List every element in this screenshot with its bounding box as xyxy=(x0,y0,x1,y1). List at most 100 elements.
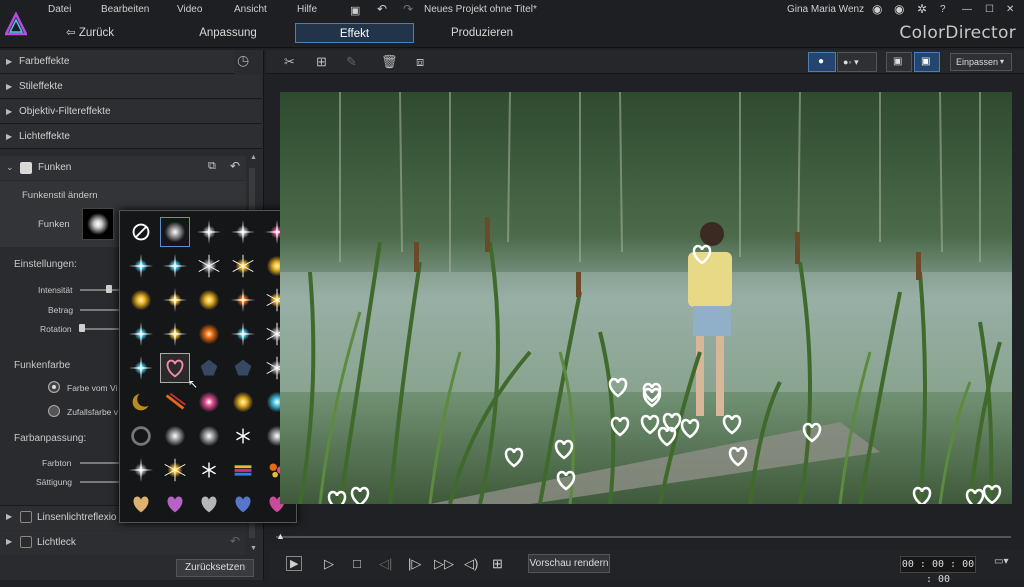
redo-icon[interactable]: ↷ xyxy=(403,2,413,16)
notification-icon[interactable]: ◉ xyxy=(894,2,904,16)
timeline-scrubber[interactable]: ▲ xyxy=(270,530,1024,544)
spark-style-option[interactable] xyxy=(126,387,156,417)
spark-style-option[interactable] xyxy=(160,455,190,485)
spark-style-option[interactable] xyxy=(228,455,258,485)
spark-style-option[interactable] xyxy=(126,251,156,281)
collapse-arrow-icon[interactable]: ⌄ xyxy=(6,162,14,173)
history-icon[interactable]: ◷ xyxy=(237,52,259,72)
menu-datei[interactable]: Datei xyxy=(48,4,71,15)
spark-style-option[interactable] xyxy=(228,285,258,315)
spark-style-option[interactable] xyxy=(194,285,224,315)
menu-bearbeiten[interactable]: Bearbeiten xyxy=(101,4,149,15)
funken-checkbox[interactable] xyxy=(20,162,32,174)
play-icon[interactable]: ▷ xyxy=(324,556,334,572)
radio-farbe-vom-video[interactable] xyxy=(48,381,60,393)
spark-style-option[interactable] xyxy=(194,489,224,519)
minimize-icon[interactable]: — xyxy=(962,4,972,15)
spark-style-option[interactable] xyxy=(160,353,190,383)
spark-style-option[interactable] xyxy=(160,217,190,247)
spark-style-option[interactable] xyxy=(160,285,190,315)
spark-style-option[interactable] xyxy=(228,217,258,247)
spark-style-option[interactable] xyxy=(228,353,258,383)
category-lichteffekte[interactable]: ▶ Lichteffekte xyxy=(0,125,262,149)
spark-style-option[interactable] xyxy=(228,421,258,451)
help-icon[interactable]: ? xyxy=(940,4,946,15)
compare-view-button[interactable]: ●◦ ▾ xyxy=(837,52,877,72)
pen-icon[interactable]: ✎ xyxy=(346,54,357,70)
tab-anpassung[interactable]: Anpassung xyxy=(182,23,274,43)
spark-style-option[interactable] xyxy=(228,251,258,281)
fast-forward-icon[interactable]: ▷▷ xyxy=(434,556,454,572)
zoom-select[interactable]: Einpassen ▾ xyxy=(950,53,1012,71)
spark-style-option[interactable] xyxy=(126,455,156,485)
close-icon[interactable]: ✕ xyxy=(1006,4,1014,15)
playhead-icon[interactable]: ▲ xyxy=(276,531,285,541)
grid-icon[interactable]: ⊞ xyxy=(492,556,503,572)
tab-produzieren[interactable]: Produzieren xyxy=(436,23,528,43)
no-spark-option[interactable] xyxy=(126,217,156,247)
spark-style-option[interactable] xyxy=(160,387,190,417)
undo-icon[interactable]: ↶ xyxy=(377,2,387,16)
previous-frame-icon[interactable]: ◁| xyxy=(379,556,392,572)
spark-style-option[interactable] xyxy=(160,421,190,451)
undo-effect-icon[interactable]: ↶ xyxy=(230,159,240,173)
scroll-up-icon[interactable]: ▲ xyxy=(250,154,257,161)
aspect-ratio-icon[interactable]: ▭▾ xyxy=(994,556,1008,567)
spark-style-option[interactable] xyxy=(194,455,224,485)
spark-style-option[interactable] xyxy=(126,421,156,451)
betrag-slider[interactable] xyxy=(80,309,120,311)
rotation-slider[interactable] xyxy=(80,328,120,330)
intensitaet-thumb[interactable] xyxy=(106,285,112,293)
preview-mode-icon[interactable]: ▶ xyxy=(286,556,303,571)
gear-icon[interactable]: ✲ xyxy=(917,2,927,16)
category-stileffekte[interactable]: ▶ Stileffekte xyxy=(0,75,262,99)
stop-icon[interactable]: □ xyxy=(353,556,361,571)
saettigung-slider[interactable] xyxy=(80,481,120,483)
spark-style-option[interactable] xyxy=(126,319,156,349)
next-frame-icon[interactable]: |▷ xyxy=(408,556,421,572)
effect-row-lichtleck[interactable]: ▶ Lichtleck ↶ xyxy=(0,531,246,555)
photo-view-button[interactable]: ▣ xyxy=(886,52,912,72)
spark-style-option[interactable] xyxy=(228,319,258,349)
spark-style-option[interactable] xyxy=(160,319,190,349)
spark-style-option[interactable] xyxy=(194,319,224,349)
crop-icon[interactable]: ⧈ xyxy=(416,54,424,70)
reset-button[interactable]: Zurücksetzen xyxy=(176,559,254,577)
video-view-button[interactable]: ▣ xyxy=(914,52,940,72)
video-preview[interactable] xyxy=(280,92,1012,504)
tab-effekt[interactable]: Effekt xyxy=(295,23,414,43)
radio-zufallsfarbe[interactable] xyxy=(48,405,60,417)
user-icon[interactable]: ◉ xyxy=(872,2,882,16)
maximize-icon[interactable]: ☐ xyxy=(985,4,994,15)
spark-style-option[interactable] xyxy=(160,251,190,281)
render-preview-button[interactable]: Vorschau rendern xyxy=(528,554,610,573)
single-view-button[interactable]: ● xyxy=(808,52,836,72)
spark-style-option[interactable] xyxy=(126,285,156,315)
spark-style-option[interactable] xyxy=(194,217,224,247)
category-farbeffekte[interactable]: ▶ Farbeffekte xyxy=(0,50,234,74)
spark-style-option[interactable] xyxy=(126,489,156,519)
save-icon[interactable]: ▣ xyxy=(350,4,360,17)
spark-style-option[interactable] xyxy=(228,387,258,417)
menu-ansicht[interactable]: Ansicht xyxy=(234,4,267,15)
spark-style-option[interactable] xyxy=(228,489,258,519)
undo-effect-icon[interactable]: ↶ xyxy=(230,534,240,548)
menu-video[interactable]: Video xyxy=(177,4,202,15)
farbton-slider[interactable] xyxy=(80,462,120,464)
linsenlicht-checkbox[interactable] xyxy=(20,511,32,523)
spark-style-option[interactable] xyxy=(160,489,190,519)
spark-style-option[interactable] xyxy=(126,353,156,383)
lichtleck-checkbox[interactable] xyxy=(20,536,32,548)
spark-style-option[interactable] xyxy=(194,353,224,383)
keyframe-icon[interactable]: ⧉ xyxy=(208,160,216,173)
back-button[interactable]: ⇦ Zurück xyxy=(58,23,122,43)
menu-hilfe[interactable]: Hilfe xyxy=(297,4,317,15)
rotation-thumb[interactable] xyxy=(79,324,85,332)
spark-style-option[interactable] xyxy=(194,251,224,281)
spark-style-option[interactable] xyxy=(194,387,224,417)
split-icon[interactable]: ⊞ xyxy=(316,54,327,70)
intensitaet-slider[interactable] xyxy=(80,289,120,291)
current-spark-thumbnail[interactable] xyxy=(82,208,114,240)
scissors-icon[interactable]: ✂ xyxy=(284,54,295,70)
scroll-down-icon[interactable]: ▼ xyxy=(250,545,257,552)
